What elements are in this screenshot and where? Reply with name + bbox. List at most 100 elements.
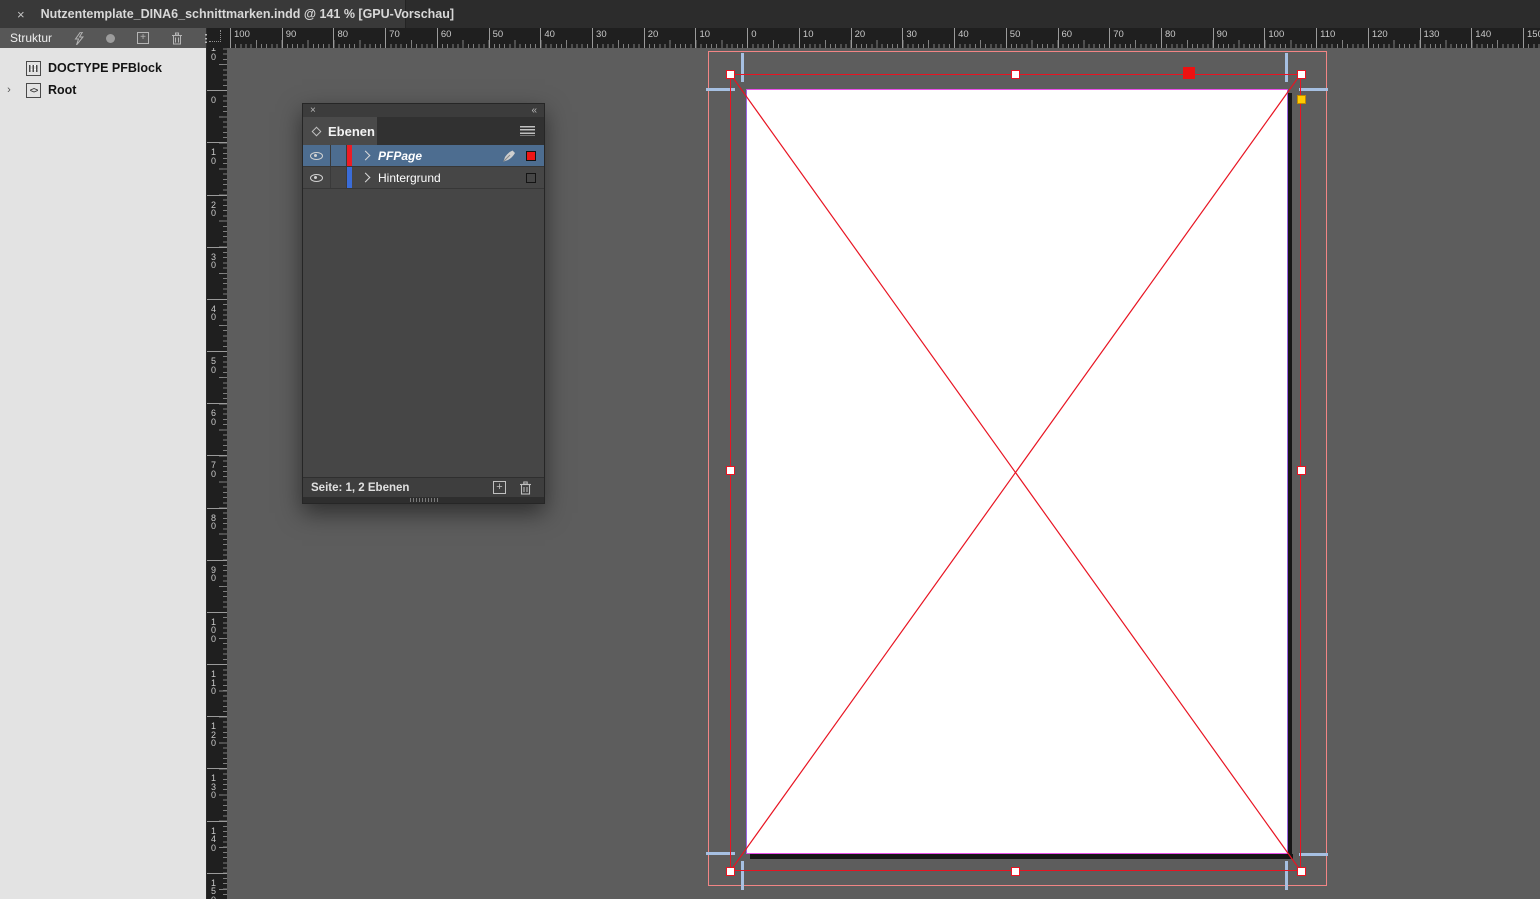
h-ruler-tick: 140 xyxy=(1471,28,1491,48)
xml-tag-icon: <> xyxy=(26,83,41,98)
lock-toggle[interactable] xyxy=(331,167,347,188)
h-ruler-tick: 150 xyxy=(1523,28,1540,48)
visibility-toggle[interactable] xyxy=(303,167,331,188)
layer-proxy-square-hollow[interactable] xyxy=(526,173,536,183)
doctype-icon xyxy=(26,61,41,76)
lock-toggle[interactable] xyxy=(331,145,347,166)
h-ruler-tick: 60 xyxy=(437,28,452,48)
h-ruler-tick: 30 xyxy=(902,28,917,48)
structure-row-label: Root xyxy=(48,83,76,97)
h-ruler-tick: 120 xyxy=(1368,28,1388,48)
delete-layer-icon[interactable] xyxy=(519,481,532,495)
panel-collapse-icon[interactable]: « xyxy=(531,106,537,116)
v-ruler-tick: 0 xyxy=(207,90,227,105)
layers-tab[interactable]: Ebenen xyxy=(303,117,377,145)
trash-icon[interactable] xyxy=(171,32,183,45)
new-layer-button[interactable]: + xyxy=(493,481,506,494)
structure-panel-header: Struktur + xyxy=(0,28,206,48)
lightning-icon[interactable] xyxy=(74,32,84,45)
v-ruler-tick: 4 0 xyxy=(207,299,227,322)
h-ruler-tick: 100 xyxy=(1264,28,1284,48)
layers-panel-footer: Seite: 1, 2 Ebenen + xyxy=(303,477,544,497)
layers-list: PFPage Hintergrund xyxy=(303,145,544,477)
v-ruler-tick: 1 5 0 xyxy=(207,873,227,899)
h-ruler-tick: 30 xyxy=(592,28,607,48)
vertical-ruler[interactable]: 1 001 02 03 04 05 06 07 08 09 01 0 01 1 … xyxy=(207,48,227,899)
handle-bottom-center[interactable] xyxy=(1011,867,1020,876)
visibility-toggle[interactable] xyxy=(303,145,331,166)
panel-close-icon[interactable]: × xyxy=(310,106,316,116)
panel-tab-icon xyxy=(312,126,322,136)
handle-middle-right[interactable] xyxy=(1297,466,1306,475)
v-ruler-tick: 1 0 xyxy=(207,142,227,165)
handle-bottom-right[interactable] xyxy=(1297,867,1306,876)
layer-expand-chevron-icon[interactable] xyxy=(361,151,371,161)
h-ruler-tick: 0 xyxy=(747,28,756,48)
live-corner-widget[interactable] xyxy=(1297,95,1306,104)
expand-chevron-icon[interactable]: › xyxy=(0,84,18,96)
handle-top-right[interactable] xyxy=(1297,70,1306,79)
tab-close-icon[interactable]: × xyxy=(17,7,25,22)
v-ruler-tick: 6 0 xyxy=(207,403,227,426)
ruler-origin-box[interactable] xyxy=(207,28,227,48)
layer-row-pfpage[interactable]: PFPage xyxy=(303,145,544,167)
h-ruler-tick: 50 xyxy=(1006,28,1021,48)
handle-top-center[interactable] xyxy=(1011,70,1020,79)
v-ruler-tick: 1 0 xyxy=(207,48,227,61)
v-ruler-tick: 2 0 xyxy=(207,195,227,218)
layers-panel-menu-icon[interactable] xyxy=(520,126,535,136)
layers-tab-strip: Ebenen xyxy=(303,117,544,145)
v-ruler-tick: 1 4 0 xyxy=(207,821,227,853)
selected-frame[interactable] xyxy=(730,74,1301,871)
document-tab-bar: × Nutzentemplate_DINA6_schnittmarken.ind… xyxy=(0,0,1540,28)
crop-mark-top-right-h xyxy=(1299,88,1328,91)
layer-row-hintergrund[interactable]: Hintergrund xyxy=(303,167,544,189)
h-ruler-tick: 40 xyxy=(540,28,555,48)
h-ruler-tick: 50 xyxy=(489,28,504,48)
layer-name[interactable]: Hintergrund xyxy=(378,171,441,185)
horizontal-ruler[interactable]: 1009080706050403020100102030405060708090… xyxy=(227,28,1540,48)
h-ruler-tick: 20 xyxy=(644,28,659,48)
structure-tree: DOCTYPE PFBlock › <> Root xyxy=(0,48,206,101)
layer-name[interactable]: PFPage xyxy=(378,149,422,163)
h-ruler-tick: 90 xyxy=(282,28,297,48)
v-ruler-tick: 8 0 xyxy=(207,508,227,531)
layers-panel: × « Ebenen PFPage xyxy=(302,103,545,504)
handle-bottom-left[interactable] xyxy=(726,867,735,876)
v-ruler-tick: 7 0 xyxy=(207,455,227,478)
panel-resize-grip[interactable] xyxy=(303,497,544,503)
h-ruler-tick: 100 xyxy=(230,28,250,48)
v-ruler-tick: 3 0 xyxy=(207,247,227,270)
h-ruler-tick: 40 xyxy=(954,28,969,48)
structure-row-doctype[interactable]: DOCTYPE PFBlock xyxy=(0,57,206,79)
h-ruler-tick: 70 xyxy=(385,28,400,48)
layer-proxy-square-filled[interactable] xyxy=(526,151,536,161)
document-tab[interactable]: × Nutzentemplate_DINA6_schnittmarken.ind… xyxy=(0,0,406,28)
handle-top-left[interactable] xyxy=(726,70,735,79)
v-ruler-tick: 1 2 0 xyxy=(207,716,227,748)
h-ruler-tick: 10 xyxy=(799,28,814,48)
layer-expand-chevron-icon[interactable] xyxy=(361,173,371,183)
empty-frame-cross-icon xyxy=(731,75,1300,870)
h-ruler-tick: 60 xyxy=(1058,28,1073,48)
layer-color-bar xyxy=(347,167,352,188)
layers-panel-titlebar[interactable]: × « xyxy=(303,104,544,117)
h-ruler-tick: 80 xyxy=(333,28,348,48)
handle-middle-left[interactable] xyxy=(726,466,735,475)
layers-empty-area xyxy=(303,189,544,477)
pen-edit-icon xyxy=(502,149,517,163)
layers-status-text: Seite: 1, 2 Ebenen xyxy=(311,482,409,494)
layers-tab-label: Ebenen xyxy=(328,124,375,139)
record-circle-icon[interactable] xyxy=(106,34,115,43)
h-ruler-tick: 110 xyxy=(1316,28,1335,48)
eye-icon xyxy=(310,152,323,160)
v-ruler-tick: 5 0 xyxy=(207,351,227,374)
red-rectangle-object[interactable] xyxy=(1183,67,1195,79)
crop-mark-bottom-right-h xyxy=(1299,853,1328,856)
structure-row-label: DOCTYPE PFBlock xyxy=(48,61,162,75)
eye-icon xyxy=(310,174,323,182)
structure-row-root[interactable]: › <> Root xyxy=(0,79,206,101)
h-ruler-tick: 70 xyxy=(1109,28,1124,48)
v-ruler-tick: 1 3 0 xyxy=(207,768,227,800)
add-element-icon[interactable]: + xyxy=(137,32,149,44)
